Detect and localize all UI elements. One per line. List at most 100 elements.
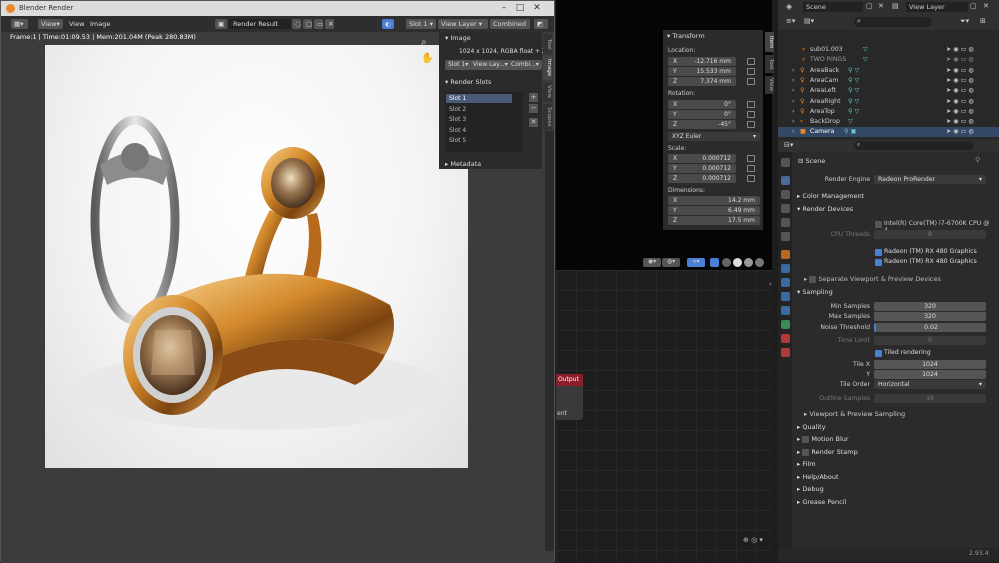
close-button[interactable]: ✕ (521, 1, 553, 16)
node-editor-tools-icon[interactable]: ⊕ ◎ ▾ (743, 536, 773, 546)
slot-item[interactable]: Slot 4 (446, 126, 512, 135)
render-tab-icon[interactable] (781, 176, 790, 185)
world-tab-icon[interactable] (781, 232, 790, 241)
delete-view-layer-icon[interactable]: ✕ (983, 2, 992, 12)
view-object-types-icon[interactable]: ◉▾ (643, 258, 661, 267)
wireframe-shading-icon[interactable] (722, 258, 731, 267)
menu-image[interactable]: Image (90, 19, 110, 29)
view-layer-icon[interactable]: ▤ (892, 2, 904, 12)
object-tab-icon[interactable] (781, 250, 790, 259)
outliner-row[interactable]: › ♀ AreaLeft ⚲ ▽ ➤ ◉ ▭ ◍ (778, 86, 999, 96)
tab-scopes[interactable]: Scopes (543, 104, 552, 130)
render-engine-dropdown[interactable]: Radeon ProRender ▾ (874, 175, 986, 184)
lock-icon[interactable] (747, 111, 755, 118)
outliner-row[interactable]: › ▿ BackDrop ▽ ➤ ◉ ▭ ◍ (778, 117, 999, 127)
tool-tab-icon[interactable] (781, 158, 790, 167)
tab-tool[interactable]: Tool (543, 34, 552, 54)
slot-item[interactable]: Slot 5 (446, 136, 512, 145)
gpu2-checkbox[interactable] (875, 259, 882, 266)
particles-tab-icon[interactable] (781, 278, 790, 287)
time-limit-field[interactable]: 0 (874, 336, 986, 345)
rotation-z-field[interactable]: Z -45° (668, 120, 736, 129)
rotation-y-field[interactable]: Y 0° (668, 110, 736, 119)
scene-icon[interactable]: ◈ (786, 2, 798, 12)
viewport-sampling-panel[interactable]: ▸ Viewport & Preview Sampling (804, 410, 905, 418)
new-image-icon[interactable]: ▢ (303, 19, 312, 29)
solid-shading-icon[interactable] (733, 258, 742, 267)
dimension-x-field[interactable]: X 14.2 mm (668, 196, 760, 205)
pass-dropdown[interactable]: Combined ▾ (490, 19, 530, 38)
view-layer-dropdown[interactable]: View Layer ▾ (438, 19, 488, 29)
properties-editor-type-icon[interactable]: ⊟▾ (784, 141, 793, 149)
properties-search-input[interactable]: ⌕ (854, 141, 974, 150)
unlink-image-icon[interactable]: ✕ (325, 19, 334, 29)
lock-icon[interactable] (747, 78, 755, 85)
outline-samples-field[interactable]: 16 (874, 394, 986, 403)
new-collection-icon[interactable]: ⊞ (980, 17, 992, 27)
display-mode-icon[interactable]: ▤▾ (804, 17, 818, 27)
lock-icon[interactable] (747, 165, 755, 172)
npanel-pass-dropdown[interactable]: Combi...▾ (508, 60, 542, 70)
outliner-row-selected[interactable]: › ■ Camera ⚲ ▣ ➤ ◉ ▭ ◍ (778, 127, 999, 137)
collapse-arrow-icon[interactable]: ‹ (769, 280, 772, 288)
editor-type-dropdown[interactable]: ▦▾ (11, 19, 28, 29)
new-view-layer-icon[interactable]: ▢ (970, 2, 979, 12)
scale-y-field[interactable]: Y 0.000712 (668, 164, 736, 173)
menu-view[interactable]: View (69, 19, 84, 29)
view-layer-selector[interactable]: View Layer (906, 2, 968, 12)
outliner-row[interactable]: ▿ sub01.003 ▽ ➤ ◉ ▭ ◍ (778, 45, 999, 55)
motion-blur-panel[interactable]: ▸ Motion Blur (797, 435, 849, 443)
scene-selector[interactable]: Scene (803, 2, 863, 12)
pin-icon[interactable]: ⚲ (975, 156, 980, 164)
image-panel-header[interactable]: ▾ Image (445, 34, 471, 42)
overlay-icon[interactable]: ◍▾ (662, 258, 680, 267)
modifier-tab-icon[interactable] (781, 264, 790, 273)
color-management-panel[interactable]: ▸ Color Management (797, 192, 864, 200)
npanel-viewlayer-dropdown[interactable]: View Lay...▾ (470, 60, 511, 70)
tiled-rendering-checkbox[interactable] (875, 350, 882, 357)
slot-item[interactable]: Slot 1 (446, 94, 512, 103)
outliner-editor-type-icon[interactable]: ≡▾ (786, 17, 800, 27)
tab-view[interactable]: View (543, 82, 552, 102)
node-editor[interactable] (556, 270, 772, 562)
slot-item[interactable]: Slot 2 (446, 105, 512, 114)
gpu1-checkbox[interactable] (875, 249, 882, 256)
render-window-titlebar[interactable]: Blender Render – □ ✕ (1, 1, 554, 16)
lock-icon[interactable] (747, 175, 755, 182)
lock-icon[interactable] (747, 68, 755, 75)
outliner-row[interactable]: ▿ TWO RINGS ▽ ➤ ◉ ▭ ◍ (778, 55, 999, 65)
render-devices-panel[interactable]: ▾ Render Devices (797, 205, 853, 213)
lock-icon[interactable] (747, 155, 755, 162)
min-samples-field[interactable]: 320 (874, 302, 986, 311)
separate-viewport-panel[interactable]: ▸ Separate Viewport & Preview Devices (804, 275, 941, 283)
lock-icon[interactable] (747, 58, 755, 65)
render-slots-header[interactable]: ▾ Render Slots (445, 78, 491, 86)
scale-z-field[interactable]: Z 0.000712 (668, 174, 736, 183)
location-x-field[interactable]: X -12.716 mm (668, 57, 736, 66)
add-slot-button[interactable]: + (529, 93, 538, 102)
tile-x-field[interactable]: 1024 (874, 360, 986, 369)
display-mode-icon[interactable]: ◩ (534, 19, 548, 29)
lock-icon[interactable] (747, 101, 755, 108)
outliner-row[interactable]: › ♀ AreaTop ⚲ ▽ ➤ ◉ ▭ ◍ (778, 107, 999, 117)
help-about-panel[interactable]: ▸ Help/About (797, 473, 839, 481)
dimension-z-field[interactable]: Z 17.5 mm (668, 216, 760, 225)
tab-image[interactable]: Image (543, 56, 552, 80)
slot-item[interactable]: Slot 3 (446, 115, 512, 124)
film-panel[interactable]: ▸ Film (797, 460, 816, 468)
debug-panel[interactable]: ▸ Debug (797, 485, 824, 493)
cpu-device-checkbox[interactable] (875, 221, 882, 228)
new-scene-icon[interactable]: ▢ (866, 2, 875, 12)
clear-slot-button[interactable]: ✕ (529, 118, 538, 127)
metadata-header[interactable]: ▸ Metadata (445, 160, 481, 168)
rotation-mode-dropdown[interactable]: XYZ Euler ▾ (668, 132, 760, 141)
physics-tab-icon[interactable] (781, 292, 790, 301)
view-layer-tab-icon[interactable] (781, 204, 790, 213)
slot-dropdown[interactable]: Slot 1 ▾ (406, 19, 437, 29)
image-name-field[interactable]: Render Result (229, 19, 291, 29)
data-tab-icon[interactable] (781, 320, 790, 329)
display-channels-icon[interactable]: ◐ (382, 19, 394, 29)
lock-icon[interactable] (747, 121, 755, 128)
texture-tab-icon[interactable] (781, 348, 790, 357)
outliner-row[interactable]: › ♀ AreaRight ⚲ ▽ ➤ ◉ ▭ ◍ (778, 97, 999, 107)
